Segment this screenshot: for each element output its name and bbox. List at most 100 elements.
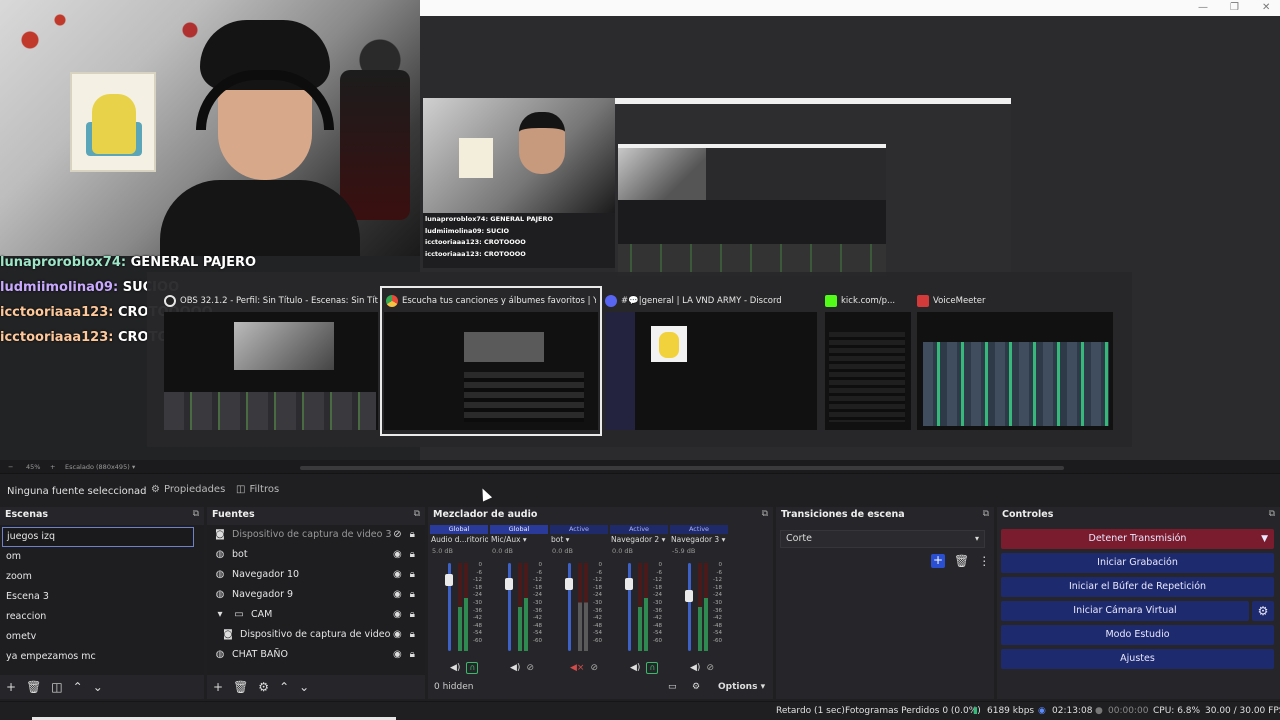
scene-item[interactable]: ometv	[0, 627, 204, 647]
more-icon[interactable]: ⋮	[978, 554, 990, 568]
lock-icon[interactable]: 🔒︎	[410, 545, 415, 565]
filter-scene-icon[interactable]: ◫	[51, 680, 62, 694]
fader-knob[interactable]	[505, 578, 513, 591]
speaker-icon[interactable]: ◀)	[510, 663, 520, 673]
channel-name[interactable]: Mic/Aux ▾	[490, 534, 548, 546]
scene-item[interactable]: Escena 3	[0, 587, 204, 607]
layout-icon[interactable]: ▭	[668, 682, 677, 692]
undock-icon[interactable]: ⧉	[983, 509, 989, 519]
add-transition-button[interactable]: +	[931, 554, 945, 568]
source-item[interactable]: ◍ Navegador 10 ◉ 🔒︎	[207, 565, 425, 585]
muted-speaker-icon[interactable]: ◀×	[570, 663, 584, 673]
replay-buffer-button[interactable]: Iniciar el Búfer de Repetición	[1001, 577, 1274, 597]
move-down-icon[interactable]: ⌄	[93, 680, 103, 694]
undock-icon[interactable]: ⧉	[193, 509, 199, 519]
chevron-down-icon[interactable]: ▾	[213, 605, 227, 625]
eye-icon[interactable]: ◉	[393, 645, 402, 665]
eye-icon[interactable]: ◉	[393, 545, 402, 565]
fader-knob[interactable]	[625, 578, 633, 591]
volume-fader[interactable]	[688, 563, 691, 651]
channel-name[interactable]: Audio d...ritorio ▾	[430, 534, 488, 546]
lock-icon[interactable]: 🔒︎	[410, 525, 415, 545]
scene-item[interactable]: om	[0, 547, 204, 567]
options-button[interactable]: Options ▾	[718, 682, 765, 692]
speaker-icon[interactable]: ◀)	[690, 663, 700, 673]
lock-icon[interactable]: 🔒︎	[410, 565, 415, 585]
volume-fader[interactable]	[628, 563, 631, 651]
window-card-discord[interactable]: #💬|general | LA VND ARMY - Discord	[605, 288, 817, 434]
headphones-icon[interactable]: ∩	[466, 662, 479, 674]
window-card-kick[interactable]: kick.com/p...	[825, 288, 911, 434]
properties-button[interactable]: ⚙ Propiedades	[151, 484, 225, 495]
chevron-down-icon[interactable]: ▼	[1261, 529, 1268, 549]
window-card-voicemeeter[interactable]: VoiceMeeter	[917, 288, 1113, 434]
source-item[interactable]: ◙ Dispositivo de captura de video ◉ 🔒︎	[207, 625, 425, 645]
filters-button[interactable]: ◫ Filtros	[236, 484, 279, 495]
zoom-out-button[interactable]: −	[8, 463, 13, 471]
scale-tick-label: -6	[656, 569, 662, 576]
speaker-icon[interactable]: ◀)	[450, 663, 460, 673]
studio-mode-button[interactable]: Modo Estudio	[1001, 625, 1274, 645]
scene-item[interactable]: reaccion	[0, 607, 204, 627]
eye-icon[interactable]: ◉	[393, 625, 402, 645]
close-icon[interactable]: ✕	[1262, 2, 1270, 13]
lock-icon[interactable]: 🔒︎	[410, 605, 415, 625]
undock-icon[interactable]: ⧉	[762, 509, 768, 519]
speaker-icon[interactable]: ◀)	[630, 663, 640, 673]
fader-knob[interactable]	[685, 589, 693, 602]
eye-hidden-icon[interactable]: ⊘	[393, 525, 401, 545]
channel-name[interactable]: Navegador 2 ▾	[610, 534, 668, 546]
scene-item-selected[interactable]: juegos izq	[2, 527, 194, 547]
add-scene-button[interactable]: +	[6, 680, 16, 694]
lock-icon[interactable]: 🔒︎	[410, 645, 415, 665]
move-up-icon[interactable]: ⌃	[279, 680, 289, 694]
window-card-chrome[interactable]: Escucha tus canciones y álbumes favorito…	[380, 286, 602, 436]
monitor-off-icon[interactable]: ⊘	[590, 663, 598, 673]
scale-tick-label: -60	[593, 637, 602, 644]
mixer-settings-icon[interactable]: ⚙	[692, 682, 700, 692]
undock-icon[interactable]: ⧉	[414, 509, 420, 519]
undock-icon[interactable]: ⧉	[1269, 509, 1275, 519]
lock-icon[interactable]: 🔒︎	[410, 585, 415, 605]
source-group[interactable]: ▾ ▭ CAM ◉ 🔒︎	[207, 605, 425, 625]
volume-fader[interactable]	[508, 563, 511, 651]
preview-scrollbar[interactable]	[300, 466, 1064, 470]
add-source-button[interactable]: +	[213, 680, 223, 694]
zoom-in-button[interactable]: +	[50, 463, 55, 471]
source-item[interactable]: ◍ Navegador 9 ◉ 🔒︎	[207, 585, 425, 605]
trash-icon[interactable]: 🗑	[233, 680, 248, 694]
monitor-off-icon[interactable]: ⊘	[526, 663, 534, 673]
scene-item[interactable]: zoom	[0, 567, 204, 587]
settings-button[interactable]: Ajustes	[1001, 649, 1274, 669]
fader-knob[interactable]	[565, 578, 573, 591]
eye-icon[interactable]: ◉	[393, 605, 402, 625]
channel-name[interactable]: bot ▾	[550, 534, 608, 546]
source-item[interactable]: ◙ Dispositivo de captura de video 3 ⊘ 🔒︎	[207, 525, 425, 545]
scale-dropdown-icon[interactable]: ▾	[132, 463, 135, 471]
minimize-icon[interactable]: —	[1198, 2, 1208, 13]
trash-icon[interactable]: 🗑	[954, 554, 969, 568]
window-card-obs[interactable]: OBS 32.1.2 - Perfil: Sin Título - Escena…	[164, 288, 378, 434]
move-down-icon[interactable]: ⌄	[299, 680, 309, 694]
stop-stream-button[interactable]: Detener Transmisión ▼	[1001, 529, 1274, 549]
source-item[interactable]: ◍ CHAT BAÑO ◉ 🔒︎	[207, 645, 425, 665]
scene-item[interactable]: ya empezamos mc	[0, 647, 204, 667]
start-recording-button[interactable]: Iniciar Grabación	[1001, 553, 1274, 573]
virtual-camera-button[interactable]: Iniciar Cámara Virtual	[1001, 601, 1249, 621]
eye-icon[interactable]: ◉	[393, 565, 402, 585]
monitor-off-icon[interactable]: ⊘	[706, 663, 714, 673]
fader-knob[interactable]	[445, 574, 453, 587]
move-up-icon[interactable]: ⌃	[73, 680, 83, 694]
headphones-icon[interactable]: ∩	[646, 662, 659, 674]
preview-canvas[interactable]: — ❐ ✕ lunaproroblox74: GENERAL PAJERO lu…	[0, 0, 1280, 460]
transition-select[interactable]: Corte ▾	[780, 530, 985, 548]
gear-icon[interactable]: ⚙	[258, 680, 269, 694]
eye-icon[interactable]: ◉	[393, 585, 402, 605]
volume-fader[interactable]	[568, 563, 571, 651]
source-item[interactable]: ◍ bot ◉ 🔒︎	[207, 545, 425, 565]
lock-icon[interactable]: 🔒︎	[410, 625, 415, 645]
restore-icon[interactable]: ❐	[1230, 2, 1239, 13]
virtual-camera-settings-icon[interactable]: ⚙	[1252, 601, 1274, 621]
channel-name[interactable]: Navegador 3 ▾	[670, 534, 728, 546]
trash-icon[interactable]: 🗑	[26, 680, 41, 694]
